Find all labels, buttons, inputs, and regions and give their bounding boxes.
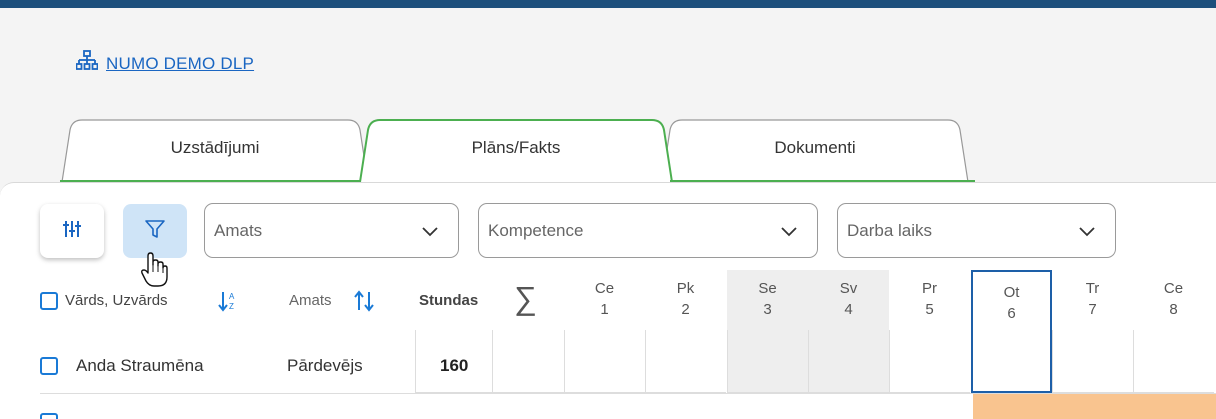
chevron-down-icon [1079,227,1095,237]
day-number: 3 [763,301,772,318]
employee-role: Pārdevējs [287,356,363,375]
day-of-week: Pk [676,280,695,297]
darba-laiks-select-placeholder: Darba laiks [847,221,933,240]
day-cell-3[interactable] [727,330,808,393]
org-breadcrumb: NUMO DEMO DLP [75,50,254,77]
day-number: 2 [681,301,690,318]
day-header-8[interactable]: Ce 8 [1133,270,1214,330]
employee-hours: 160 [440,356,469,375]
day-of-week: Pr [922,280,937,297]
tab-label: Plāns/Fakts [471,138,561,157]
day-number: 8 [1169,301,1178,318]
chevron-down-icon [422,227,438,237]
day-header-4[interactable]: Sv 4 [808,270,889,330]
column-header-hours: Stundas [419,292,479,309]
day-header-6[interactable]: Ot 6 [971,270,1052,330]
row-checkbox[interactable] [40,413,58,419]
sum-icon: ∑ [514,280,537,316]
day-cell-4[interactable] [808,330,889,393]
amats-select-placeholder: Amats [214,221,263,240]
column-header-name[interactable]: Vārds, Uzvārds [65,292,168,309]
tab-underline [60,180,975,182]
day-header-2[interactable]: Pk 2 [645,270,726,330]
darba-laiks-select[interactable]: Darba laiks [837,203,1116,258]
chevron-down-icon [781,227,797,237]
tab-label: Dokumenti [774,138,856,157]
day-cell-1[interactable] [564,330,645,393]
top-bar [0,0,1216,8]
day-of-week: Sv [839,280,858,297]
org-link[interactable]: NUMO DEMO DLP [106,54,254,74]
svg-text:A: A [229,292,235,301]
day-header-7[interactable]: Tr 7 [1052,270,1133,330]
day-number: 4 [844,301,853,318]
tab-plans-fakts[interactable]: Plāns/Fakts [358,118,674,182]
day-of-week: Ot [1003,284,1020,301]
day-header-1[interactable]: Ce 1 [564,270,645,330]
day-of-week: Tr [1085,280,1100,297]
day-of-week: Ce [1163,280,1184,297]
tab-dokumenti[interactable]: Dokumenti [660,118,970,182]
day-header-3[interactable]: Se 3 [727,270,808,330]
row-checkbox[interactable] [40,357,58,375]
kompetence-select-placeholder: Kompetence [488,221,584,240]
settings-button[interactable] [40,204,104,258]
day-of-week: Ce [594,280,615,297]
hand-cursor-icon [141,252,168,287]
svg-text:Z: Z [229,302,234,311]
kompetence-select[interactable]: Kompetence [478,203,818,258]
summary-cell [492,330,564,393]
sitemap-icon [75,50,99,77]
filter-button[interactable] [123,204,187,258]
day-cell-6[interactable] [971,330,1052,393]
day-of-week: Se [758,280,777,297]
tab-uzstadijumi[interactable]: Uzstādījumi [60,118,370,182]
tab-label: Uzstādījumi [170,138,260,157]
amats-select[interactable]: Amats [204,203,459,258]
tab-bar: Uzstādījumi Dokumenti Plāns/Fakts [60,118,980,182]
day-cell-7[interactable] [1052,330,1133,393]
day-header-5[interactable]: Pr 5 [889,270,970,330]
filter-icon [144,218,166,245]
sliders-icon [62,219,82,244]
day-cell-8[interactable] [1133,330,1214,393]
day-number: 7 [1088,301,1097,318]
day-cell-5[interactable] [889,330,970,393]
shift-highlight[interactable] [973,394,1216,419]
day-number: 6 [1007,305,1016,322]
day-number: 1 [600,301,609,318]
column-header-role[interactable]: Amats [289,292,332,309]
sort-az-icon[interactable]: A Z [218,290,238,312]
day-number: 5 [925,301,934,318]
employee-name: Anda Straumēna [76,356,204,375]
select-all-checkbox[interactable] [40,292,58,310]
sort-icon[interactable] [352,290,376,312]
day-cell-2[interactable] [645,330,726,393]
